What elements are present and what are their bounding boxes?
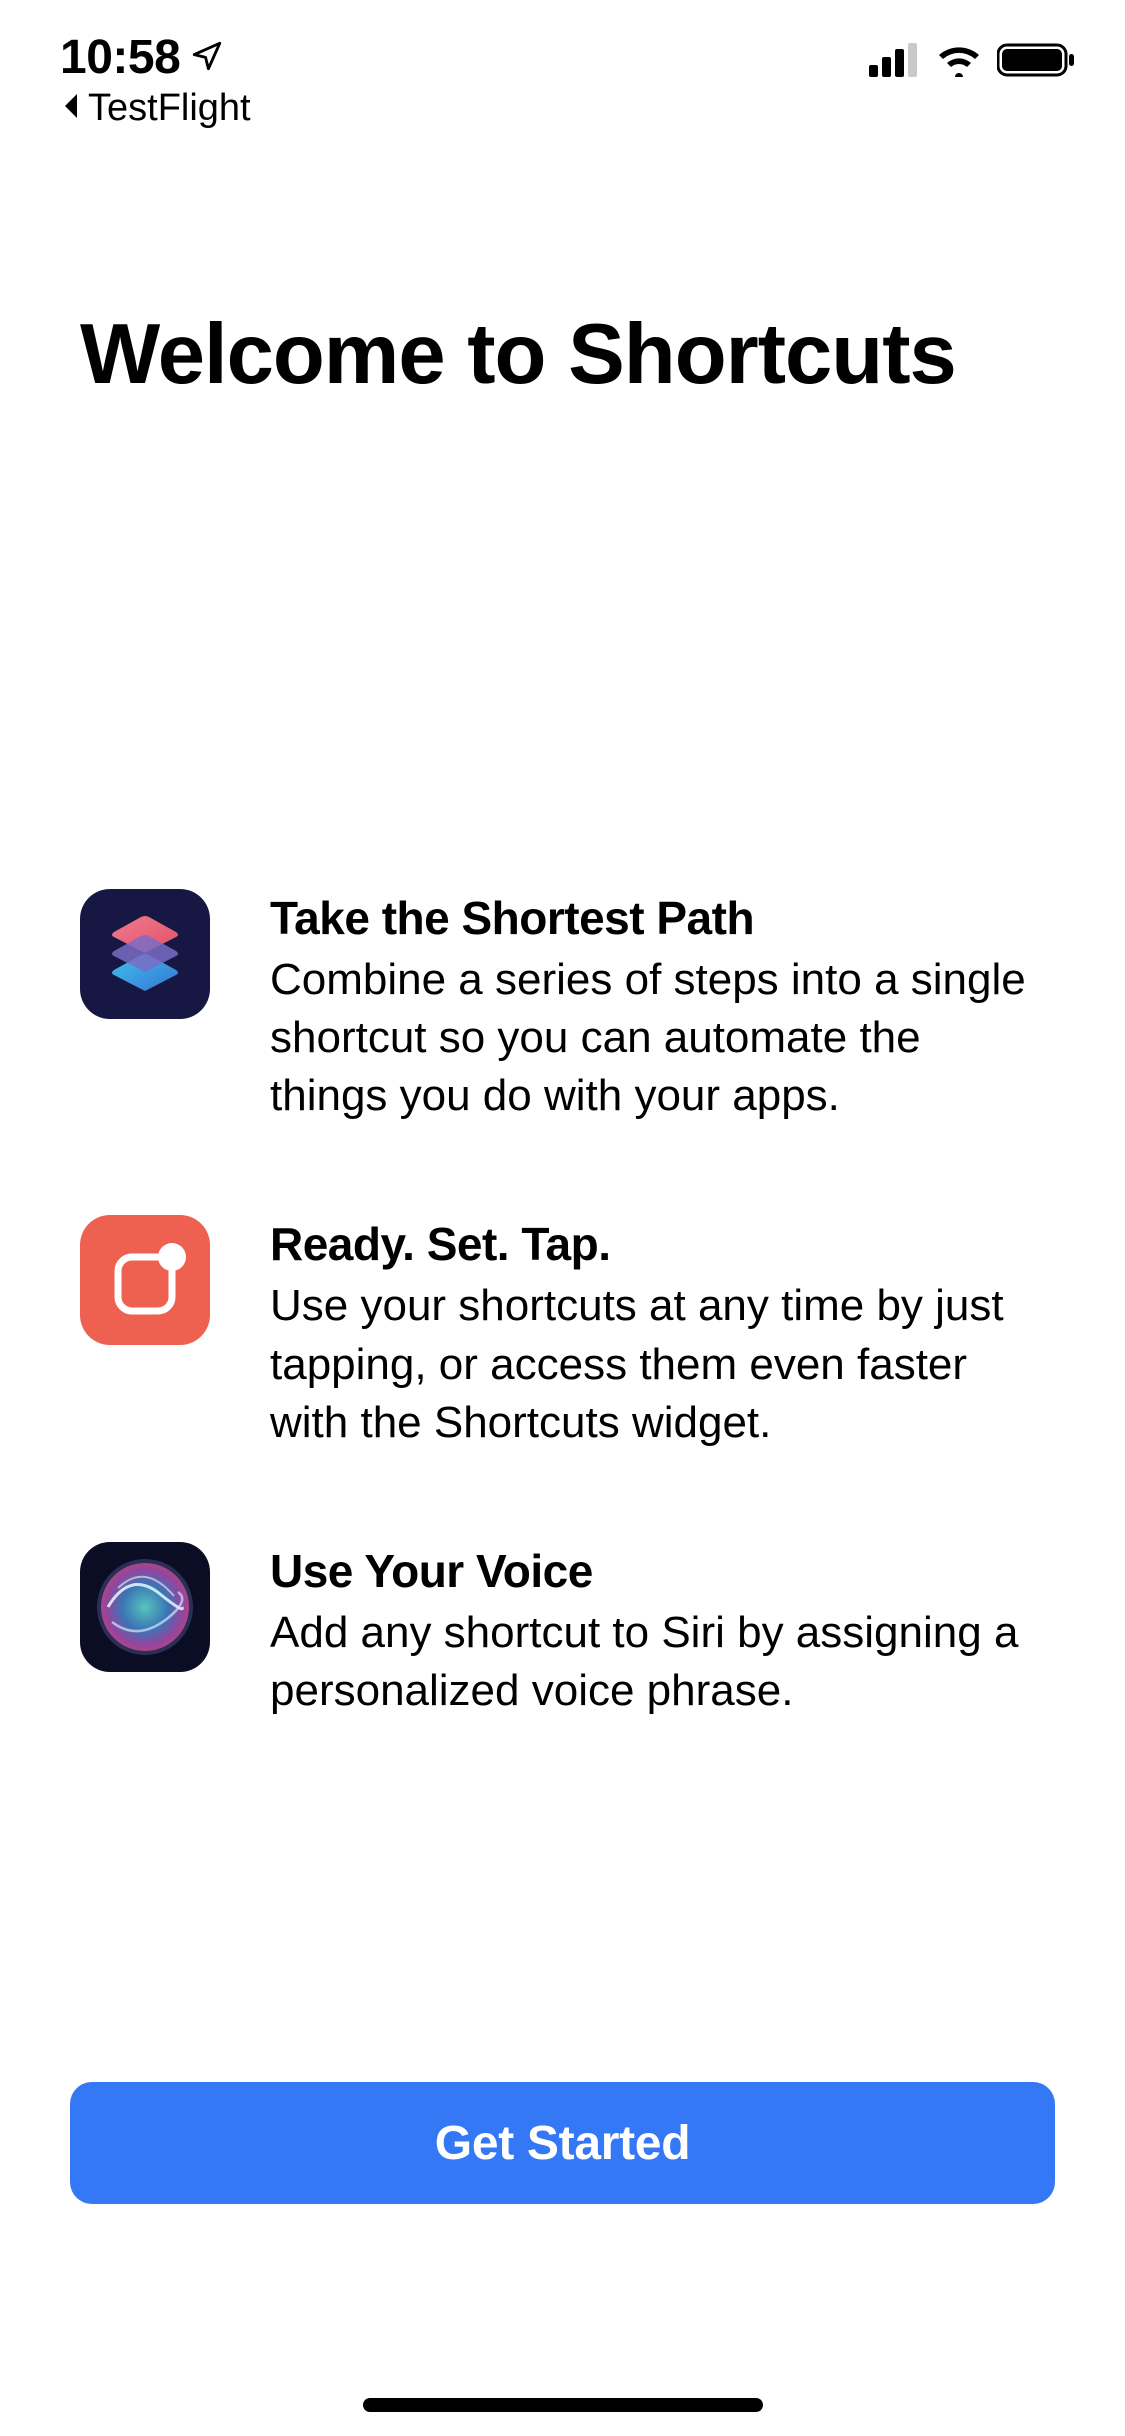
feature-text: Take the Shortest Path Combine a series …: [270, 889, 1045, 1125]
page-title: Welcome to Shortcuts: [80, 310, 1045, 399]
time-text: 10:58: [60, 30, 180, 85]
feature-item: Ready. Set. Tap. Use your shortcuts at a…: [80, 1215, 1045, 1451]
feature-title: Use Your Voice: [270, 1544, 1045, 1598]
feature-description: Combine a series of steps into a single …: [270, 951, 1045, 1125]
cellular-icon: [869, 43, 921, 82]
status-right: [869, 30, 1075, 83]
wifi-icon: [935, 43, 983, 82]
feature-title: Ready. Set. Tap.: [270, 1217, 1045, 1271]
widget-icon: [80, 1215, 210, 1345]
siri-icon: [80, 1542, 210, 1672]
location-icon: [190, 30, 224, 85]
feature-text: Use Your Voice Add any shortcut to Siri …: [270, 1542, 1045, 1720]
status-time: 10:58: [60, 30, 224, 85]
feature-description: Add any shortcut to Siri by assigning a …: [270, 1604, 1045, 1720]
shortcuts-app-icon: [80, 889, 210, 1019]
home-indicator[interactable]: [363, 2398, 763, 2412]
feature-list: Take the Shortest Path Combine a series …: [80, 889, 1045, 1720]
cta-label: Get Started: [435, 2116, 690, 2171]
back-app-label: TestFlight: [88, 87, 251, 130]
feature-item: Use Your Voice Add any shortcut to Siri …: [80, 1542, 1045, 1720]
battery-icon: [997, 42, 1075, 83]
onboarding-content: Welcome to Shortcuts: [80, 310, 1045, 1720]
back-to-app[interactable]: TestFlight: [60, 87, 251, 130]
feature-title: Take the Shortest Path: [270, 891, 1045, 945]
get-started-button[interactable]: Get Started: [70, 2082, 1055, 2204]
status-bar: 10:58 TestFlight: [0, 0, 1125, 132]
feature-description: Use your shortcuts at any time by just t…: [270, 1277, 1045, 1451]
feature-item: Take the Shortest Path Combine a series …: [80, 889, 1045, 1125]
feature-text: Ready. Set. Tap. Use your shortcuts at a…: [270, 1215, 1045, 1451]
back-chevron-icon: [60, 87, 82, 130]
status-left: 10:58 TestFlight: [60, 30, 251, 130]
